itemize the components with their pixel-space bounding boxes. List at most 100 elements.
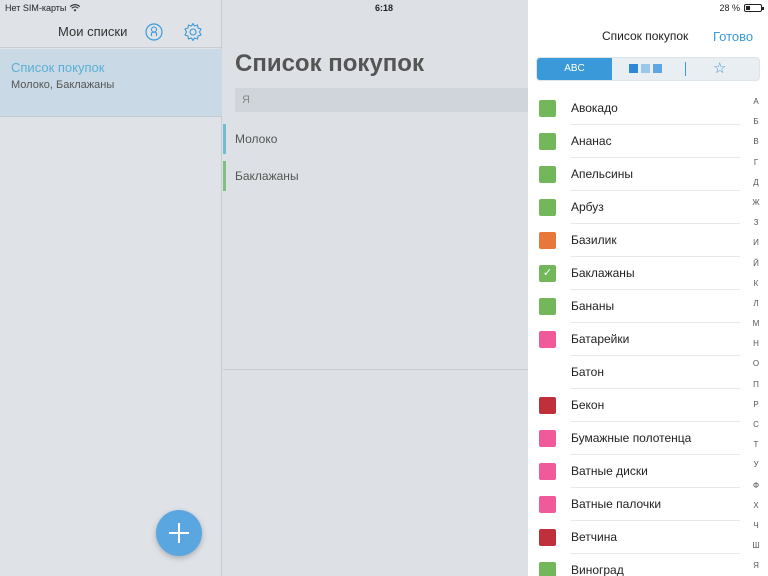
color-swatch	[539, 397, 556, 414]
item-row[interactable]: Апельсины	[528, 158, 768, 191]
index-letter[interactable]: Ж	[752, 198, 759, 218]
item-row[interactable]: Базилик	[528, 224, 768, 257]
item-row[interactable]: Бананы	[528, 290, 768, 323]
index-letter[interactable]: Б	[753, 117, 758, 137]
index-letter[interactable]: П	[753, 380, 759, 400]
sidebar-title: Мои списки	[58, 24, 128, 39]
page-title: Список покупок	[235, 50, 424, 77]
item-picker-panel: Список покупок Готово ABC ☆ Авокадо Анана…	[528, 0, 768, 576]
battery-indicator: 28 %	[719, 3, 764, 13]
sort-segmented-control: ABC ☆	[536, 57, 760, 81]
index-letter[interactable]: Д	[753, 178, 758, 198]
item-label: Бекон	[571, 398, 605, 412]
item-row[interactable]: ✓ Баклажаны	[528, 257, 768, 290]
index-letter[interactable]: А	[753, 97, 758, 117]
add-list-button[interactable]	[156, 510, 202, 556]
item-label: Виноград	[571, 563, 624, 576]
item-row[interactable]: Ветчина	[528, 521, 768, 554]
list-row[interactable]: Баклажаны	[223, 161, 528, 191]
index-letter[interactable]: Л	[753, 299, 758, 319]
index-letter[interactable]: Я	[753, 561, 759, 576]
list-detail: Список покупок Я Молоко Баклажаны	[223, 0, 535, 576]
profile-icon[interactable]	[144, 22, 164, 42]
status-bar: Нет SIM-карты 6:18 28 %	[0, 0, 768, 16]
item-label: Батон	[571, 365, 604, 379]
index-letter[interactable]: Н	[753, 339, 759, 359]
item-row[interactable]: Батарейки	[528, 323, 768, 356]
item-row[interactable]: Виноград	[528, 554, 768, 576]
item-label: Базилик	[571, 233, 617, 247]
battery-percent: 28 %	[719, 3, 740, 13]
color-swatch	[539, 430, 556, 447]
index-letter[interactable]: Т	[754, 440, 759, 460]
item-list: Авокадо Ананас Апельсины Арбуз Базилик ✓ Бакла…	[528, 92, 768, 576]
sidebar-header: Мои списки	[0, 16, 222, 48]
alphabet-index[interactable]: АБВГДЖЗИЙКЛМНОПРСТУФХЧШЯ	[750, 97, 762, 576]
item-label: Ананас	[571, 134, 612, 148]
list-row-label: Молоко	[235, 132, 278, 146]
star-icon[interactable]: ☆	[713, 60, 726, 78]
sort-abc-tab[interactable]: ABC	[537, 58, 612, 80]
color-swatch	[539, 463, 556, 480]
index-letter[interactable]: З	[754, 218, 759, 238]
index-letter[interactable]: С	[753, 420, 759, 440]
index-letter[interactable]: К	[754, 279, 759, 299]
index-letter[interactable]: Х	[753, 501, 758, 521]
search-input[interactable]: Я	[235, 88, 535, 112]
item-row[interactable]: Авокадо	[528, 92, 768, 125]
item-row[interactable]: Ананас	[528, 125, 768, 158]
color-swatch	[539, 562, 556, 576]
index-letter[interactable]: В	[753, 137, 758, 157]
index-letter[interactable]: Ч	[753, 521, 758, 541]
item-label: Ветчина	[571, 530, 618, 544]
list-item-title: Список покупок	[11, 60, 105, 75]
gear-icon[interactable]	[183, 22, 203, 42]
color-swatch	[539, 232, 556, 249]
color-swatch	[539, 133, 556, 150]
index-letter[interactable]: Й	[753, 259, 759, 279]
color-swatch	[539, 298, 556, 315]
item-row[interactable]: Ватные диски	[528, 455, 768, 488]
index-letter[interactable]: У	[753, 460, 758, 480]
index-letter[interactable]: О	[753, 359, 759, 379]
item-row[interactable]: Арбуз	[528, 191, 768, 224]
item-label: Авокадо	[571, 101, 618, 115]
index-letter[interactable]: М	[753, 319, 760, 339]
color-swatch	[539, 529, 556, 546]
index-letter[interactable]: И	[753, 238, 759, 258]
list-item-subtitle: Молоко, Баклажаны	[11, 79, 115, 91]
divider	[223, 369, 528, 370]
item-label: Апельсины	[571, 167, 633, 181]
color-swatch	[539, 496, 556, 513]
clock: 6:18	[374, 3, 393, 13]
item-row[interactable]: Ватные палочки	[528, 488, 768, 521]
color-swatch	[539, 199, 556, 216]
color-swatch	[539, 166, 556, 183]
battery-fill	[746, 6, 751, 10]
item-label: Арбуз	[571, 200, 604, 214]
index-letter[interactable]: Р	[753, 400, 758, 420]
item-row[interactable]: Бекон	[528, 389, 768, 422]
segment-divider	[685, 62, 686, 76]
index-letter[interactable]: Ф	[753, 481, 759, 501]
done-button[interactable]: Готово	[713, 29, 753, 44]
list-row[interactable]: Молоко	[223, 124, 528, 154]
battery-icon	[744, 4, 764, 12]
item-label: Ватные палочки	[571, 497, 662, 511]
item-label: Батарейки	[571, 332, 630, 346]
sort-color-icon[interactable]	[629, 64, 662, 73]
index-letter[interactable]: Г	[754, 158, 758, 178]
item-label: Бананы	[571, 299, 615, 313]
item-label: Ватные диски	[571, 464, 648, 478]
color-swatch	[539, 331, 556, 348]
item-row[interactable]: Бумажные полотенца	[528, 422, 768, 455]
checkmark-icon: ✓	[539, 265, 556, 282]
lists-sidebar: Мои списки Список покупок Молоко, Баклаж…	[0, 0, 222, 576]
item-label: Баклажаны	[571, 266, 635, 280]
item-row[interactable]: Батон	[528, 356, 768, 389]
color-swatch	[539, 100, 556, 117]
index-letter[interactable]: Ш	[752, 541, 759, 561]
list-item-shopping[interactable]: Список покупок Молоко, Баклажаны	[0, 49, 222, 117]
item-label: Бумажные полотенца	[571, 431, 692, 445]
panel-title: Список покупок	[602, 29, 689, 43]
